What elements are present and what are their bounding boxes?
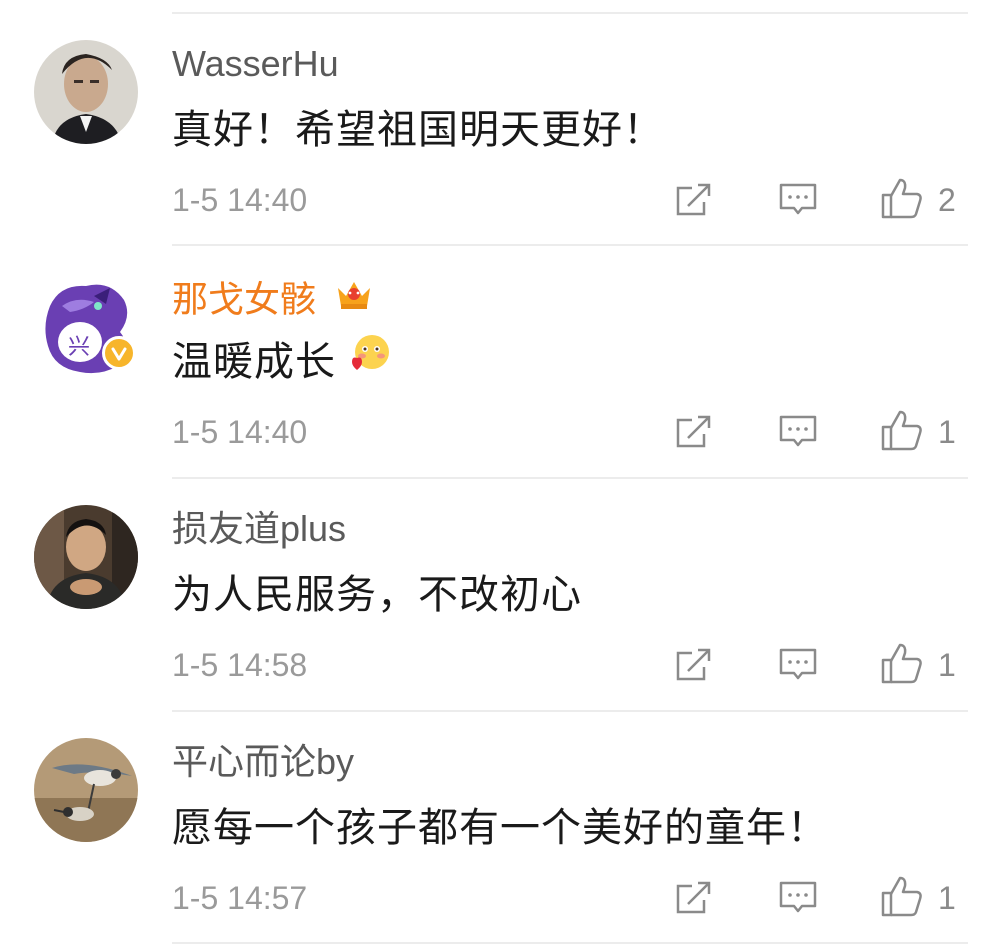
comment-icon xyxy=(779,183,817,215)
comment-item: 兴 那戈女骸 温暖成长 1-5 14:40 1 xyxy=(0,246,990,478)
timestamp: 1-5 14:40 xyxy=(172,414,308,450)
username[interactable]: 损友道plus xyxy=(172,509,346,549)
avatar[interactable] xyxy=(34,40,138,144)
avatar[interactable] xyxy=(34,738,138,842)
thumbs-up-icon xyxy=(881,178,922,219)
comment-text: 为人民服务，不改初心 xyxy=(172,573,582,617)
comment-icon xyxy=(779,648,817,680)
comment-icon xyxy=(779,881,817,913)
comment-text: 温暖成长 xyxy=(172,335,392,391)
like-button[interactable] xyxy=(880,641,924,685)
like-button[interactable] xyxy=(880,176,924,220)
avatar-photo-icon xyxy=(34,40,138,144)
timestamp: 1-5 14:57 xyxy=(172,880,308,916)
thumbs-up-icon xyxy=(881,643,922,684)
svg-text:兴: 兴 xyxy=(68,335,90,360)
verified-badge-icon xyxy=(102,336,136,370)
comment-text: 愿每一个孩子都有一个美好的童年！ xyxy=(172,806,828,850)
username-label: 那戈女骸 xyxy=(172,278,317,320)
thumbs-up-icon xyxy=(881,876,922,917)
repost-button[interactable] xyxy=(674,645,714,685)
avatar[interactable] xyxy=(34,505,138,609)
timestamp: 1-5 14:58 xyxy=(172,647,308,683)
avatar-bird-icon xyxy=(34,738,138,842)
crown-icon xyxy=(334,274,374,322)
blush-heart-emoji-icon xyxy=(350,332,392,385)
comment-item: 平心而论by 愿每一个孩子都有一个美好的童年！ 1-5 14:57 1 xyxy=(0,712,990,944)
reply-button[interactable] xyxy=(778,412,818,452)
thumbs-up-icon xyxy=(881,410,922,451)
comment-item: WasserHu 真好！希望祖国明天更好！ 1-5 14:40 2 xyxy=(0,14,990,246)
like-count: 2 xyxy=(938,182,956,218)
like-count: 1 xyxy=(938,880,956,916)
repost-button[interactable] xyxy=(674,878,714,918)
username[interactable]: WasserHu xyxy=(172,44,339,84)
like-count: 1 xyxy=(938,647,956,683)
comment-icon xyxy=(779,415,817,447)
avatar[interactable]: 兴 xyxy=(40,276,144,380)
timestamp: 1-5 14:40 xyxy=(172,182,308,218)
reply-button[interactable] xyxy=(778,878,818,918)
username[interactable]: 那戈女骸 xyxy=(172,278,374,326)
repost-button[interactable] xyxy=(674,412,714,452)
comment-text: 真好！希望祖国明天更好！ xyxy=(172,108,664,152)
repost-icon xyxy=(676,881,711,914)
repost-button[interactable] xyxy=(674,180,714,220)
repost-icon xyxy=(676,648,711,681)
like-button[interactable] xyxy=(880,408,924,452)
repost-icon xyxy=(676,183,711,216)
avatar-photo-icon xyxy=(34,505,138,609)
comment-text-label: 温暖成长 xyxy=(172,340,336,385)
reply-button[interactable] xyxy=(778,645,818,685)
divider xyxy=(172,942,968,944)
reply-button[interactable] xyxy=(778,180,818,220)
comment-list: WasserHu 真好！希望祖国明天更好！ 1-5 14:40 2 兴 那戈女骸… xyxy=(0,0,990,948)
like-button[interactable] xyxy=(880,874,924,918)
like-count: 1 xyxy=(938,414,956,450)
username[interactable]: 平心而论by xyxy=(172,742,354,782)
comment-item: 损友道plus 为人民服务，不改初心 1-5 14:58 1 xyxy=(0,479,990,711)
repost-icon xyxy=(676,415,711,448)
